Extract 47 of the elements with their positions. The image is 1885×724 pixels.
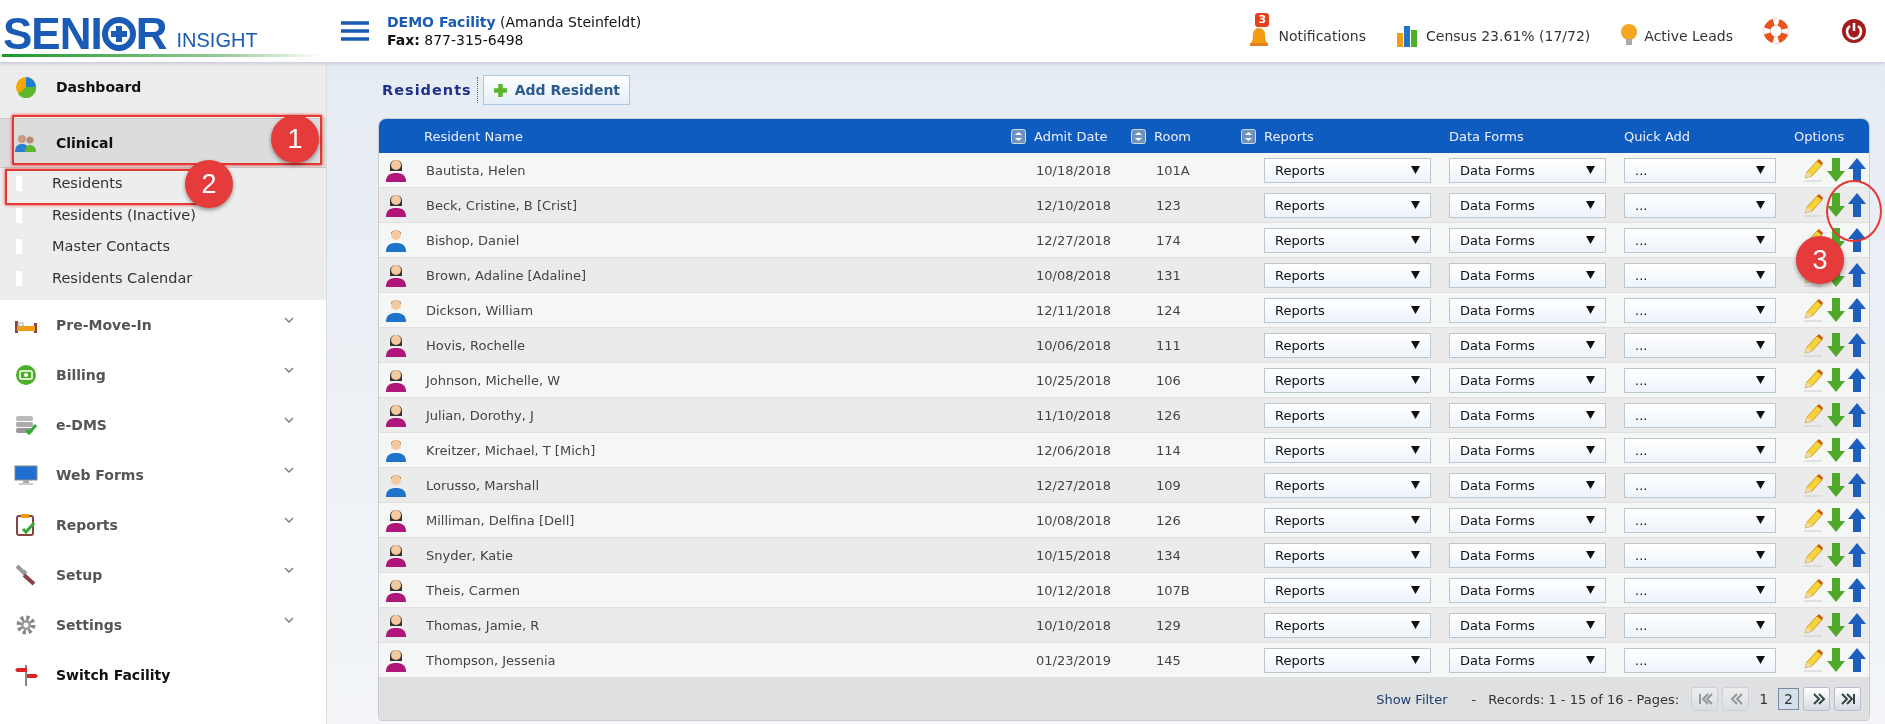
logo-text: R [135,14,167,54]
column-header: Admit Date [1034,128,1108,144]
separator-text: - [1471,691,1477,707]
admit-date: 11/10/2018 [1035,407,1112,423]
admit-date: 12/10/2018 [1035,197,1112,213]
logo-tagline: INSIGHT [176,29,258,52]
room-number: 109 [1155,477,1182,493]
admit-date: 10/25/2018 [1035,372,1112,388]
room-number: 123 [1155,197,1182,213]
admit-date: 10/08/2018 [1035,512,1112,528]
room-number: 174 [1155,232,1182,248]
room-number: 107B [1155,582,1191,598]
room-number: 101A [1155,162,1191,178]
column-header: Data Forms [1449,128,1524,144]
room-number: 126 [1155,407,1182,423]
room-number: 131 [1155,267,1182,283]
admit-date: 10/08/2018 [1035,267,1112,283]
room-number: 114 [1155,442,1182,458]
room-number: 145 [1155,652,1182,668]
admit-date: 10/15/2018 [1035,547,1112,563]
admit-date: 10/12/2018 [1035,582,1112,598]
logo-text: SENI [3,14,102,54]
room-number: 124 [1155,302,1182,318]
column-header: Reports [1264,128,1314,144]
room-number: 129 [1155,617,1182,633]
room-number: 106 [1155,372,1182,388]
admit-date: 12/27/2018 [1035,232,1112,248]
admit-date: 01/23/2019 [1035,652,1112,668]
admit-date: 10/06/2018 [1035,337,1112,353]
fax-label: Fax: [387,32,420,48]
room-number: 126 [1155,512,1182,528]
fax-number: 877-315-6498 [424,32,524,48]
column-header: Options [1794,128,1845,144]
admit-date: 12/06/2018 [1035,442,1112,458]
records-summary: Records: 1 - 15 of 16 - Pages: [1488,691,1680,707]
admit-date: 12/11/2018 [1035,302,1112,318]
notification-count: 3 [1255,13,1270,27]
room-number: 134 [1155,547,1182,563]
admit-date: 10/18/2018 [1035,162,1112,178]
column-header: Quick Add [1624,128,1691,144]
column-header: Room [1154,128,1192,144]
admit-date: 10/10/2018 [1035,617,1112,633]
column-header: Resident Name [424,128,523,144]
admit-date: 12/27/2018 [1035,477,1112,493]
user-name: (Amanda Steinfeldt) [500,14,642,30]
page-title: Residents [378,77,478,103]
room-number: 111 [1155,337,1182,353]
